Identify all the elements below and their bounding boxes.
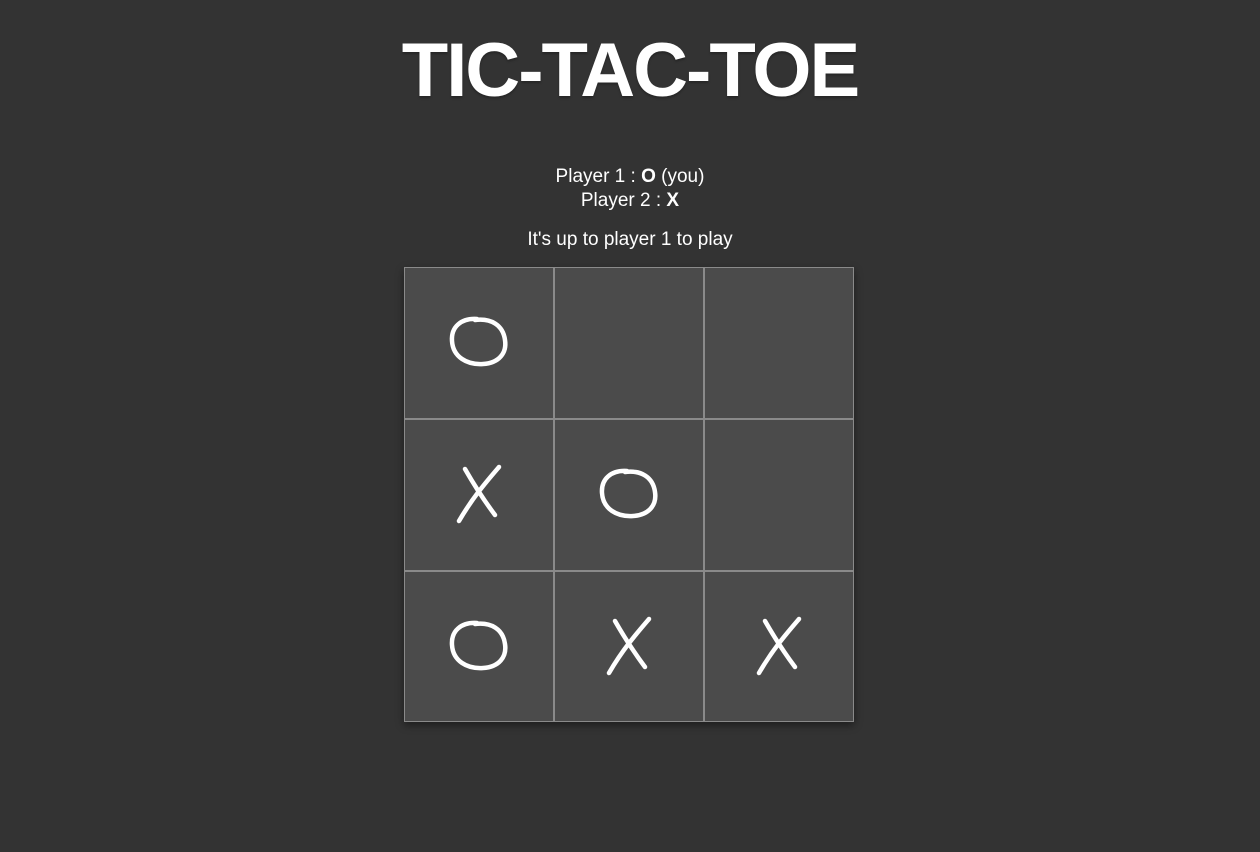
player-1-line: Player 1 : O (you)	[0, 165, 1260, 189]
board-cell-r2-c1[interactable]	[404, 419, 554, 571]
hand-drawn-o-icon	[599, 468, 658, 519]
board-cell-r3-c1[interactable]	[404, 571, 554, 722]
hand-drawn-x-icon	[456, 464, 502, 524]
player-2-mark: X	[666, 190, 680, 211]
hand-drawn-x-icon	[756, 616, 802, 675]
turn-status: It's up to player 1 to play	[527, 229, 733, 250]
player-2-label: Player 2 :	[580, 190, 667, 211]
hand-drawn-x-icon	[606, 616, 652, 675]
board-cell-r1-c1[interactable]	[404, 267, 554, 419]
hand-drawn-o-icon	[449, 316, 508, 367]
player-1-you: (you)	[655, 166, 705, 187]
hand-drawn-o-icon	[449, 620, 508, 670]
board-cell-r1-c2[interactable]	[554, 267, 704, 419]
game-board	[404, 267, 854, 722]
player-1-mark: O	[641, 166, 656, 187]
board-cell-r2-c3[interactable]	[704, 419, 854, 571]
board-cell-r1-c3[interactable]	[704, 267, 854, 419]
board-cell-r2-c2[interactable]	[554, 419, 704, 571]
board-cell-r3-c2[interactable]	[554, 571, 704, 722]
board-cell-r3-c3[interactable]	[704, 571, 854, 722]
player-2-line: Player 2 : X	[0, 189, 1260, 213]
player-1-label: Player 1 :	[555, 166, 642, 187]
players-info: Player 1 : O (you) Player 2 : X	[0, 165, 1260, 213]
game-page: TIC-TAC-TOE Player 1 : O (you) Player 2 …	[0, 0, 1260, 852]
game-title: TIC-TAC-TOE	[401, 28, 860, 113]
